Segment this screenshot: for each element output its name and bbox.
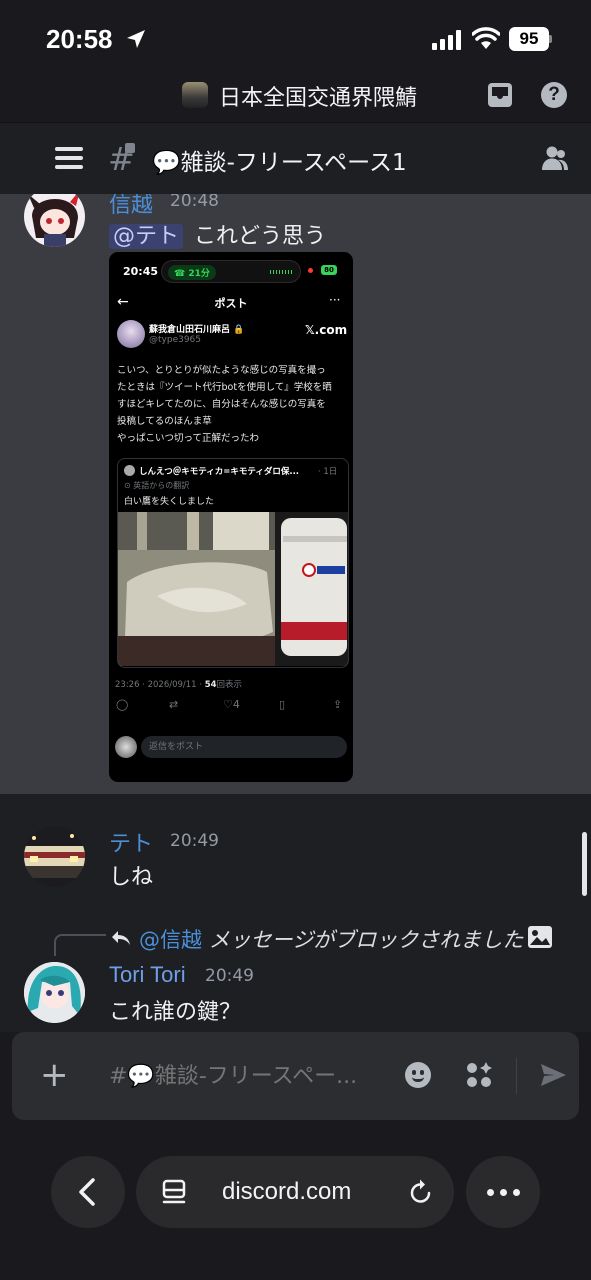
embed-call-duration: ☎ 21分 — [168, 265, 216, 280]
message-author[interactable]: 信越 — [109, 194, 153, 219]
message-input[interactable] — [109, 1058, 379, 1094]
embed-meta-time: 23:26 · 2026/09/11 · — [115, 680, 205, 690]
message-composer: + — [12, 1032, 579, 1120]
embed-quote-age: · 1日 — [318, 467, 338, 477]
message-timestamp: 20:49 — [205, 966, 254, 986]
embed-quote-avatar — [124, 465, 135, 476]
embed-battery: 80 — [321, 265, 337, 275]
embed-author-handle: @type3965 — [149, 335, 202, 345]
embed-view-suffix: 回表示 — [216, 680, 243, 690]
reply-preview[interactable]: @信越 メッセージがブロックされました — [139, 924, 523, 954]
back-icon — [79, 1178, 95, 1206]
reply-mention[interactable]: @信越 — [139, 928, 202, 952]
send-icon[interactable] — [539, 1062, 567, 1088]
embed-brand-logo: 𝕏.com — [305, 323, 348, 337]
back-button[interactable] — [51, 1156, 125, 1228]
embed-share-icon: ⇪ — [333, 698, 343, 711]
embed-phone-time: 20:45 — [123, 265, 159, 278]
help-icon[interactable]: ? — [541, 82, 567, 108]
embed-body-line: こいつ、とりとりが似たような感じの写真を撮っ — [117, 365, 326, 376]
channel-header: # 💬雑談-フリースペース1 — [0, 122, 591, 194]
message-text: しね — [109, 865, 154, 890]
server-header[interactable]: 日本全国交通界隈鯖 ? — [0, 76, 591, 122]
message-timestamp: 20:49 — [170, 831, 219, 851]
url-text[interactable]: discord.com — [222, 1178, 351, 1206]
embed-audio-wave — [270, 270, 292, 274]
battery-tip — [549, 35, 552, 43]
message-text: これ誰の鍵？ — [109, 1000, 242, 1025]
apps-icon[interactable] — [465, 1061, 493, 1089]
embed-like-count: 4 — [232, 698, 240, 711]
embed-quote-translated: ⊙ 英語からの翻訳 — [124, 481, 190, 490]
embed-author-name: 蘇我倉山田石川麻呂 🔒 — [149, 325, 245, 335]
server-name[interactable]: 日本全国交通界隈鯖 — [219, 80, 417, 112]
message-author[interactable]: Tori Tori — [109, 962, 186, 988]
browser-toolbar: discord.com — [0, 1132, 591, 1280]
message-author[interactable]: テト — [109, 826, 153, 858]
reply-spine — [54, 934, 106, 956]
reply-arrow-icon — [112, 931, 130, 945]
embed-record-dot — [308, 268, 313, 273]
composer-divider — [516, 1058, 517, 1094]
embed-page-title: ポスト — [214, 297, 248, 310]
embed-quote-author: しんえつ＠キモティカ=キモティダロ保... — [139, 467, 300, 477]
scrollbar-thumb[interactable] — [582, 832, 587, 896]
message-list[interactable]: 信越 20:48 @テト これどう思う 20:45 ☎ 21分 80 ← ポスト… — [0, 194, 591, 1032]
emoji-icon[interactable] — [405, 1062, 431, 1088]
embed-quote-text: 白い鷹を失くしました — [124, 497, 215, 507]
embed-like-icon: ♡ 4 — [223, 698, 240, 711]
embed-post-meta: 23:26 · 2026/09/11 · 54回表示 — [115, 678, 242, 690]
channel-lock-icon — [125, 143, 135, 153]
embed-body-line: すほどキレてたのに、自分はそんな感じの写真を — [117, 399, 326, 410]
location-arrow-icon — [127, 30, 145, 48]
embed-body-line: やっぱこいつ切って正解だったわ — [117, 433, 260, 444]
embed-author-avatar — [117, 320, 145, 348]
embed-bookmark-icon: ▯ — [279, 698, 286, 711]
message-content: @テト これどう思う — [109, 218, 326, 250]
members-icon[interactable] — [540, 143, 570, 173]
menu-icon[interactable] — [55, 147, 83, 169]
avatar-teto[interactable] — [24, 826, 85, 887]
embed-view-count: 54 — [204, 680, 217, 690]
emoji-mouth — [412, 1077, 424, 1082]
reply-blocked-text: メッセージがブロックされました — [208, 928, 524, 952]
embed-reply-icon: ◯ — [116, 698, 129, 711]
message-timestamp: 20:48 — [170, 194, 219, 211]
clock: 20:58 — [46, 24, 113, 54]
embed-action-row: ◯ ⇄ ♡ 4 ▯ ⇪ — [109, 698, 353, 714]
embed-call-duration-text: 21分 — [188, 269, 210, 279]
embed-repost-icon: ⇄ — [169, 698, 179, 711]
avatar-tori-tori[interactable] — [24, 962, 85, 1023]
inbox-icon[interactable] — [487, 82, 513, 108]
image-icon — [528, 926, 552, 948]
embed-more-icon: ··· — [329, 293, 341, 307]
wifi-icon — [472, 27, 500, 49]
embed-reply-avatar — [115, 736, 137, 758]
embed-author-name-text: 蘇我倉山田石川麻呂 — [149, 325, 231, 335]
embed-dynamic-island: ☎ 21分 — [161, 260, 301, 283]
embed-quote-card: しんえつ＠キモティカ=キモティダロ保... · 1日 ⊙ 英語からの翻訳 白い鷹… — [117, 458, 349, 668]
message-text: これどう思う — [194, 224, 327, 249]
user-mention[interactable]: @テト — [109, 224, 184, 249]
address-bar[interactable]: discord.com — [136, 1156, 454, 1228]
signal-icon — [432, 30, 461, 50]
embed-reply-box: 返信をポスト — [141, 736, 347, 758]
embed-body-line: たときは『ツイート代行botを使用して』学校を晒 — [117, 382, 332, 393]
tabs-icon[interactable] — [162, 1179, 186, 1205]
embed-train-photo — [118, 512, 348, 666]
server-icon — [182, 82, 208, 108]
more-icon[interactable] — [466, 1156, 540, 1228]
embed-post-body: こいつ、とりとりが似たような感じの写真を撮っ たときは『ツイート代行botを使用… — [117, 362, 349, 447]
battery-level: 95 — [509, 27, 549, 51]
embed-body-line: 投稿してるのほんま草 — [117, 416, 212, 427]
image-attachment[interactable]: 20:45 ☎ 21分 80 ← ポスト ··· 蘇我倉山田石川麻呂 🔒 @ty… — [109, 252, 353, 782]
channel-name[interactable]: 💬雑談-フリースペース1 — [152, 143, 407, 177]
reload-icon[interactable] — [408, 1178, 434, 1206]
status-bar: 20:58 95 — [0, 0, 591, 76]
plus-icon[interactable]: + — [40, 1058, 69, 1092]
